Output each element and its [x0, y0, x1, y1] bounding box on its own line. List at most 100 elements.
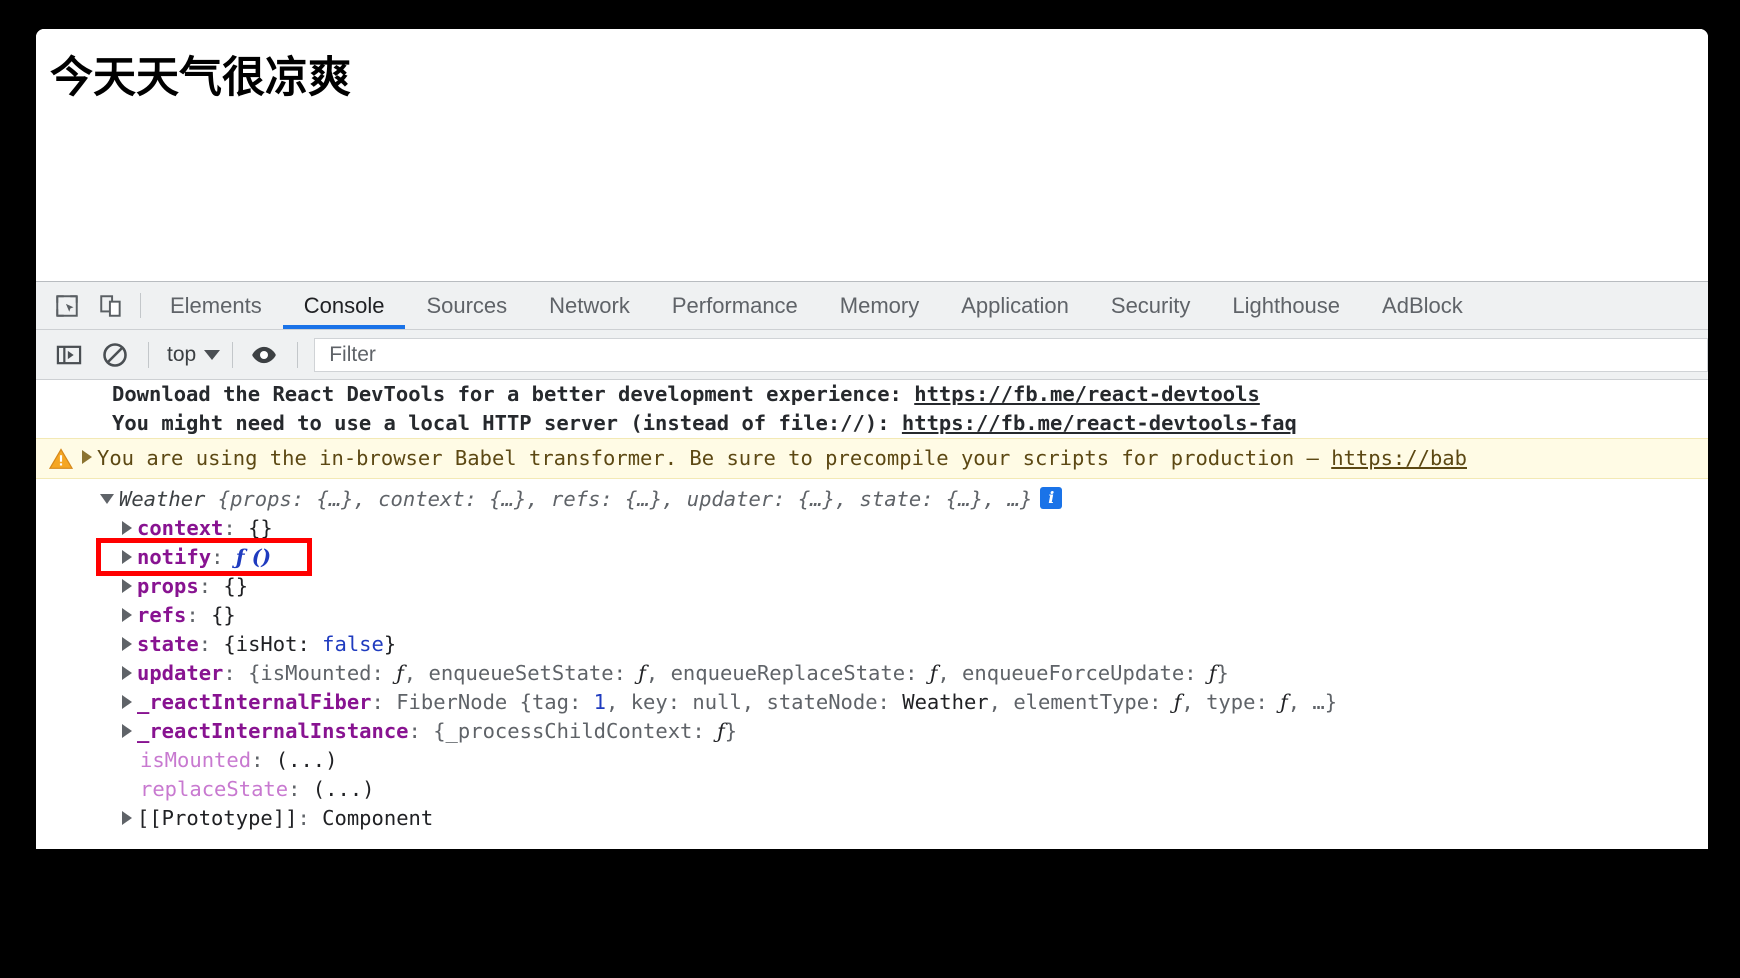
property-separator: : [251, 748, 276, 772]
page-title: 今天天气很凉爽 [50, 53, 351, 103]
property-name: isMounted [140, 748, 252, 772]
tab-label: Lighthouse [1232, 292, 1341, 318]
tab-lighthouse[interactable]: Lighthouse [1211, 282, 1361, 329]
property-name: props [137, 574, 199, 598]
console-message-react-devtools: Download the React DevTools for a better… [36, 380, 1708, 438]
object-property-row-prototype[interactable]: [[Prototype]]: Component [100, 804, 1708, 833]
toolbar-divider [140, 293, 141, 318]
disclosure-triangle-icon[interactable] [122, 636, 132, 651]
message-text: You might need to use a local HTTP serve… [112, 411, 902, 435]
property-name: updater [137, 661, 224, 685]
object-property-row[interactable]: _reactInternalInstance: {_processChildCo… [100, 717, 1708, 746]
tab-application[interactable]: Application [940, 282, 1090, 329]
tab-label: Security [1110, 292, 1191, 318]
property-separator: : [288, 777, 313, 801]
devtools-tab-list: Elements Console Sources Network Perform… [149, 282, 1484, 329]
property-separator: : [198, 632, 224, 656]
disclosure-triangle-icon[interactable] [122, 578, 132, 593]
message-text: Download the React DevTools for a better… [112, 382, 915, 406]
devtools-panel: Elements Console Sources Network Perform… [36, 281, 1708, 849]
execution-context-selector[interactable]: top [161, 343, 226, 367]
property-separator: : [223, 516, 249, 540]
browser-window: 今天天气很凉爽 Elements Console Sources Network… [36, 29, 1708, 849]
property-value: {isHot: false} [223, 632, 397, 656]
page-viewport: 今天天气很凉爽 [36, 29, 1708, 281]
filter-input[interactable]: Filter [314, 337, 1708, 372]
device-toolbar-icon[interactable] [96, 291, 126, 321]
toolbar-divider [297, 341, 299, 368]
object-property-row-getter[interactable]: isMounted: (...) [100, 746, 1708, 775]
tab-label: Elements [170, 292, 262, 318]
disclosure-triangle-icon[interactable] [122, 694, 132, 709]
devtools-tool-icons [36, 282, 136, 329]
console-log-area: Download the React DevTools for a better… [36, 380, 1708, 849]
property-value: FiberNode {tag: 1, key: null, stateNode:… [396, 690, 1338, 714]
tab-adblock[interactable]: AdBlock [1361, 282, 1484, 329]
clear-console-icon[interactable] [96, 336, 134, 374]
property-separator: : [211, 545, 236, 569]
property-value: {} [248, 516, 273, 540]
object-property-row[interactable]: _reactInternalFiber: FiberNode {tag: 1, … [100, 688, 1708, 717]
disclosure-triangle-icon[interactable] [122, 723, 132, 738]
object-property-row[interactable]: updater: {isMounted: ƒ, enqueueSetState:… [100, 659, 1708, 688]
property-value: Component [322, 806, 434, 830]
tab-label: Memory [839, 292, 920, 318]
property-name: context [137, 516, 224, 540]
filter-placeholder: Filter [329, 342, 376, 366]
property-value[interactable]: (...) [276, 748, 338, 772]
property-value: ƒ () [235, 545, 272, 569]
property-name: [[Prototype]] [137, 806, 298, 830]
property-value: {} [223, 574, 249, 598]
chevron-down-icon [204, 349, 221, 360]
disclosure-triangle-expanded-icon[interactable] [100, 494, 114, 504]
object-property-row[interactable]: state: {isHot: false} [100, 630, 1708, 659]
property-separator: : [198, 574, 224, 598]
tab-elements[interactable]: Elements [149, 282, 283, 329]
toolbar-divider [232, 341, 234, 368]
object-property-row-notify[interactable]: notify: ƒ () [96, 538, 1708, 576]
disclosure-triangle-icon[interactable] [122, 520, 132, 535]
object-class-name: Weather [119, 487, 206, 511]
property-value[interactable]: (...) [313, 777, 375, 801]
tab-sources[interactable]: Sources [405, 282, 528, 329]
property-name: state [137, 632, 199, 656]
property-separator: : [371, 690, 397, 714]
object-property-row[interactable]: refs: {} [100, 601, 1708, 630]
property-separator: : [186, 603, 212, 627]
disclosure-triangle-icon[interactable] [122, 549, 132, 564]
property-name: _reactInternalInstance [137, 719, 409, 743]
warning-text-body: You are using the in-browser Babel trans… [97, 446, 1332, 470]
object-property-row[interactable]: context: {} [100, 514, 1708, 543]
tab-network[interactable]: Network [528, 282, 651, 329]
tab-label: Console [303, 292, 385, 318]
message-link[interactable]: https://fb.me/react-devtools-faq [902, 411, 1297, 435]
object-property-row[interactable]: props: {} [100, 572, 1708, 601]
disclosure-triangle-icon[interactable] [122, 665, 132, 680]
console-warning-babel: You are using the in-browser Babel trans… [36, 438, 1708, 479]
object-property-row-getter[interactable]: replaceState: (...) [100, 775, 1708, 804]
tab-label: AdBlock [1382, 292, 1463, 318]
warning-triangle-icon [48, 446, 74, 472]
tab-label: Application [961, 292, 1069, 318]
toolbar-divider [148, 341, 149, 368]
disclosure-triangle-icon[interactable] [122, 607, 132, 622]
console-sidebar-icon[interactable] [50, 336, 88, 374]
live-expression-eye-icon[interactable] [245, 336, 283, 374]
tab-memory[interactable]: Memory [819, 282, 940, 329]
property-name: refs [137, 603, 187, 627]
tab-performance[interactable]: Performance [651, 282, 819, 329]
execution-context-label: top [167, 342, 197, 366]
warning-link[interactable]: https://bab [1331, 446, 1467, 470]
tab-console[interactable]: Console [282, 282, 406, 329]
object-header-row[interactable]: Weather {props: {…}, context: {…}, refs:… [100, 485, 1708, 514]
tab-security[interactable]: Security [1090, 282, 1211, 329]
disclosure-triangle-icon[interactable] [82, 450, 92, 464]
tab-label: Performance [671, 292, 798, 318]
console-object-inspector: Weather {props: {…}, context: {…}, refs:… [36, 479, 1708, 833]
property-name: replaceState [140, 777, 289, 801]
tab-label: Network [549, 292, 630, 318]
inspect-element-icon[interactable] [52, 291, 82, 321]
message-link[interactable]: https://fb.me/react-devtools [914, 382, 1260, 406]
info-icon[interactable]: i [1040, 487, 1063, 509]
disclosure-triangle-icon[interactable] [122, 810, 132, 825]
